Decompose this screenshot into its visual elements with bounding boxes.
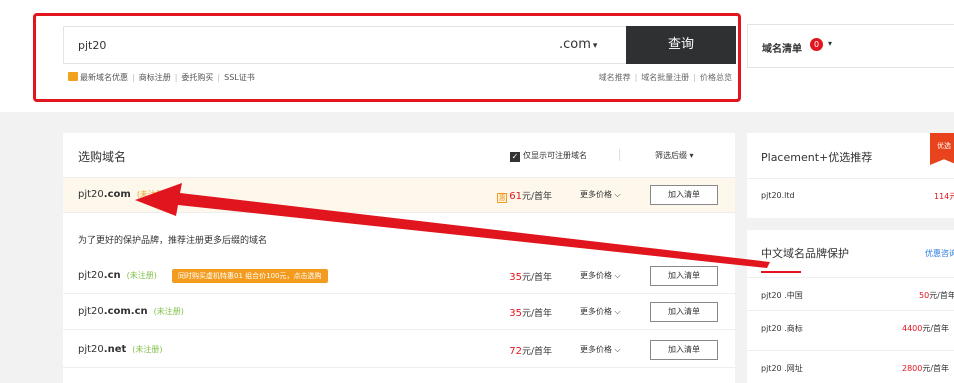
add-to-list-button[interactable]: 加入清单	[650, 266, 718, 286]
recommend-title: Placement+优选推荐	[761, 151, 873, 164]
chevron-down-icon: ⌵	[614, 307, 621, 316]
domain-row-com: pjt20.com (未注册) 惠 61元/首年 更多价格 ⌵ 加入清单	[63, 178, 735, 213]
brand-protection-title: 中文域名品牌保护	[761, 247, 849, 260]
page-title: 选购域名	[78, 150, 127, 164]
cart-label: 域名清单	[762, 44, 802, 55]
status-badge: (未注册)	[136, 190, 168, 199]
cart-count-badge: 0	[810, 38, 823, 51]
more-price-button[interactable]: 更多价格 ⌵	[580, 344, 621, 355]
more-price-button[interactable]: 更多价格 ⌵	[580, 189, 621, 200]
divider: |	[132, 73, 135, 82]
search-panel: .com▾ 查询 最新域名优惠|商标注册|委托购买|SSL证书 域名推荐|域名批…	[0, 0, 954, 112]
chevron-down-icon: ⌵	[614, 345, 621, 354]
quick-link-deals[interactable]: 最新域名优惠	[80, 73, 128, 82]
price: 35元/首年	[509, 308, 552, 319]
helper-link-prices[interactable]: 价格总览	[700, 73, 732, 82]
chevron-down-icon: ⌵	[614, 190, 621, 199]
divider: |	[217, 73, 221, 82]
add-to-list-button[interactable]: 加入清单	[650, 302, 718, 322]
add-to-list-button[interactable]: 加入清单	[650, 340, 718, 360]
query-button[interactable]: 查询	[626, 26, 736, 64]
quick-link-brokerage[interactable]: 委托购买	[181, 73, 213, 82]
more-price-button[interactable]: 更多价格 ⌵	[580, 306, 621, 317]
featured-ribbon: 优选	[930, 133, 954, 165]
divider	[747, 178, 954, 179]
title-underline	[761, 271, 801, 273]
domain-row-com-cn: pjt20.com.cn (未注册) 35元/首年 更多价格 ⌵ 加入清单	[63, 295, 735, 330]
domain-cart[interactable]: 域名清单 0 ▾	[747, 24, 954, 68]
domain-list-panel: 选购域名 ✓ 仅显示可注册域名 筛选后缀 ▾ pjt20.com (未注册) 惠 61…	[63, 133, 735, 383]
domain-row-cn: pjt20.cn (未注册) 同时购买虚机特惠01 组合价100元，点击选购 35…	[63, 259, 735, 294]
helper-link-recommend[interactable]: 域名推荐	[599, 73, 631, 82]
recommend-domain[interactable]: pjt20.ltd	[761, 191, 795, 200]
quick-link-ssl[interactable]: SSL证书	[224, 73, 255, 82]
list-header: 选购域名 ✓ 仅显示可注册域名 筛选后缀 ▾	[63, 133, 735, 178]
divider	[619, 149, 620, 161]
list-item[interactable]: pjt20 .商标 4400元/首年	[747, 310, 954, 343]
divider: |	[634, 73, 638, 82]
divider: |	[174, 73, 178, 82]
discount-icon: 惠	[497, 193, 508, 203]
only-available-checkbox[interactable]: ✓ 仅显示可注册域名	[510, 150, 587, 162]
checkmark-icon: ✓	[510, 152, 520, 162]
domain-name: pjt20.cn (未注册)	[78, 270, 157, 281]
status-badge: (未注册)	[132, 345, 163, 354]
chevron-down-icon: ▾	[592, 41, 598, 51]
domain-row-net: pjt20.net (未注册) 72元/首年 更多价格 ⌵ 加入清单	[63, 333, 735, 368]
search-bar: .com▾ 查询	[63, 26, 736, 64]
filter-suffix-label: 筛选后缀	[655, 151, 687, 160]
more-price-button[interactable]: 更多价格 ⌵	[580, 270, 621, 281]
only-available-label: 仅显示可注册域名	[523, 151, 587, 160]
helper-links: 域名推荐 | 域名批量注册 | 价格总览	[599, 72, 732, 83]
promo-badge[interactable]: 同时购买虚机特惠01 组合价100元，点击选购	[172, 269, 328, 283]
suggestion-text: 为了更好的保护品牌，推荐注册更多后缀的域名	[78, 236, 268, 246]
gift-icon	[68, 72, 78, 81]
helper-link-bulk[interactable]: 域名批量注册	[641, 73, 689, 82]
search-input[interactable]	[64, 27, 554, 63]
tld-select-label: .com	[559, 37, 591, 52]
recommend-panel: Placement+优选推荐 优选 pjt20.ltd 114元	[747, 133, 954, 218]
domain-name: pjt20.com (未注册)	[78, 189, 168, 200]
recommend-price: 114元	[934, 192, 954, 201]
status-badge: (未注册)	[153, 307, 184, 316]
filter-suffix-dropdown[interactable]: 筛选后缀 ▾	[655, 150, 694, 161]
chevron-down-icon: ⌵	[614, 271, 621, 280]
consult-link[interactable]: 优惠咨询	[925, 248, 954, 259]
domain-name: pjt20.net (未注册)	[78, 344, 163, 355]
brand-protection-panel: 中文域名品牌保护 优惠咨询 pjt20 .中国 50元/首年 pjt20 .商标…	[747, 230, 954, 383]
list-item[interactable]: pjt20 .中国 50元/首年	[747, 277, 954, 310]
chevron-down-icon: ▾	[689, 151, 694, 160]
list-item[interactable]: pjt20 .网址 2800元/首年	[747, 350, 954, 383]
quick-links: 最新域名优惠 | 商标注册 | 委托购买 | SSL证书	[68, 72, 255, 83]
add-to-list-button[interactable]: 加入清单	[650, 185, 718, 205]
chevron-down-icon: ▾	[828, 39, 833, 48]
divider: |	[693, 73, 696, 82]
price: 惠 61元/首年	[497, 191, 552, 203]
domain-name: pjt20.com.cn (未注册)	[78, 306, 184, 317]
status-badge: (未注册)	[126, 271, 157, 280]
quick-link-trademark[interactable]: 商标注册	[139, 73, 171, 82]
price: 35元/首年	[509, 272, 552, 283]
tld-select[interactable]: .com ▾	[559, 27, 626, 63]
price: 72元/首年	[509, 346, 552, 357]
